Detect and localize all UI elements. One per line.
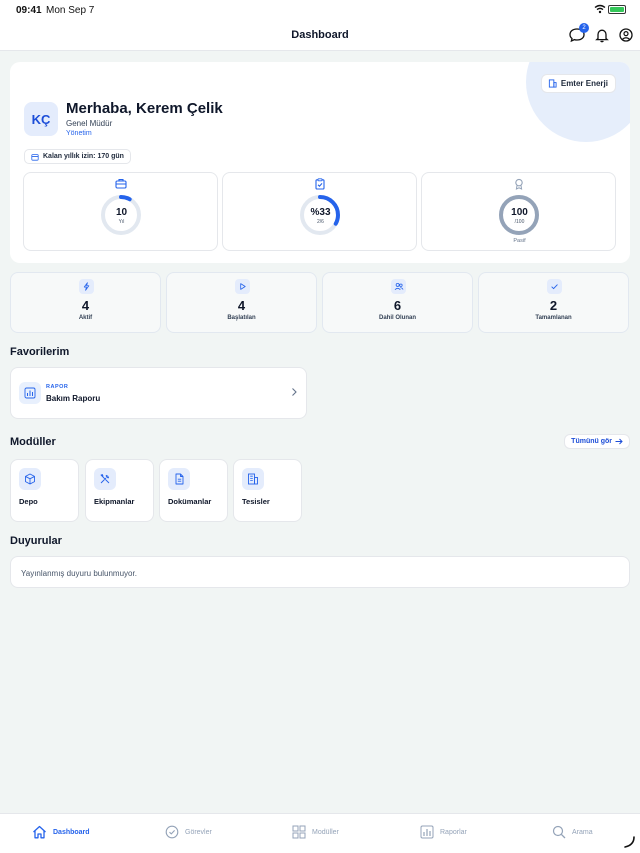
tab-dashboard[interactable]: Dashboard xyxy=(32,825,90,839)
empty-state-text: Yayınlanmış duyuru bulunmuyor. xyxy=(21,569,137,578)
leave-balance-chip: Kalan yıllık izin: 170 gün xyxy=(24,149,131,164)
tab-bar: Dashboard Görevler Modüller Raporlar Ara… xyxy=(0,813,640,853)
home-icon xyxy=(33,825,46,839)
calendar-icon xyxy=(31,153,39,161)
favorite-item[interactable]: RAPOR Bakım Raporu xyxy=(10,367,307,419)
favorite-type: RAPOR xyxy=(46,384,69,390)
stat-value: 4 xyxy=(237,298,246,313)
profile-card: Emter Enerji KÇ Merhaba, Kerem Çelik Gen… xyxy=(10,62,630,263)
page-title: Dashboard xyxy=(291,29,349,41)
corner-indicator-icon xyxy=(624,836,635,848)
chevron-right-icon xyxy=(292,388,297,396)
favorite-name: Bakım Raporu xyxy=(46,394,101,403)
stat-label: Tamamlanan xyxy=(535,315,572,321)
tab-label: Raporlar xyxy=(440,828,467,836)
tab-label: Modüller xyxy=(312,828,339,836)
module-label: Depo xyxy=(19,497,38,506)
stat-value: 2 xyxy=(549,298,558,313)
module-tesisler[interactable]: Tesisler xyxy=(233,459,302,522)
tab-label: Görevler xyxy=(185,828,212,836)
favorites-heading: Favorilerim xyxy=(10,346,70,358)
stat-card-active[interactable]: 4 Aktif xyxy=(10,272,161,333)
message-count-badge: 2 xyxy=(579,23,589,33)
metric-status: Pasif xyxy=(513,238,526,244)
report-icon xyxy=(19,382,41,404)
stat-card-started[interactable]: 4 Başlatılan xyxy=(166,272,317,333)
check-icon xyxy=(547,279,562,294)
module-label: Ekipmanlar xyxy=(94,497,135,506)
announcements-empty-state: Yayınlanmış duyuru bulunmuyor. xyxy=(10,556,630,588)
see-all-label: Tümünü gör xyxy=(571,438,612,445)
metric-value: 100 xyxy=(511,207,528,218)
user-role: Genel Müdür xyxy=(66,119,113,128)
greeting-text: Merhaba, Kerem Çelik xyxy=(66,100,223,117)
module-label: Tesisler xyxy=(242,497,270,506)
tab-raporlar[interactable]: Raporlar xyxy=(420,825,467,839)
tab-arama[interactable]: Arama xyxy=(552,825,593,839)
avatar: KÇ xyxy=(24,102,58,136)
status-time: 09:41 xyxy=(16,5,42,16)
module-depo[interactable]: Depo xyxy=(10,459,79,522)
metric-unit: 2/6 xyxy=(317,219,324,225)
play-icon xyxy=(235,279,250,294)
building-icon xyxy=(242,468,264,490)
document-icon xyxy=(168,468,190,490)
module-label: Dokümanlar xyxy=(168,497,212,506)
wifi-icon xyxy=(594,4,606,14)
search-icon xyxy=(552,825,566,839)
leave-balance-text: Kalan yıllık izin: 170 gün xyxy=(43,153,124,160)
see-all-modules-button[interactable]: Tümünü gör xyxy=(564,434,630,449)
modules-heading: Modüller xyxy=(10,436,56,448)
stat-label: Başlatılan xyxy=(227,315,256,321)
module-ekipmanlar[interactable]: Ekipmanlar xyxy=(85,459,154,522)
grid-icon xyxy=(292,825,306,839)
stat-value: 6 xyxy=(393,298,402,313)
user-circle-icon xyxy=(619,28,633,42)
tab-gorevler[interactable]: Görevler xyxy=(165,825,212,839)
users-icon xyxy=(391,279,406,294)
briefcase-icon xyxy=(115,179,127,189)
company-switcher[interactable]: Emter Enerji xyxy=(540,74,616,93)
nav-bar: Dashboard 2 xyxy=(0,20,640,51)
award-icon xyxy=(515,178,523,190)
notifications-button[interactable] xyxy=(593,26,611,44)
company-name: Emter Enerji xyxy=(560,79,608,88)
status-bar: 09:41 Mon Sep 7 xyxy=(0,0,640,20)
status-date: Mon Sep 7 xyxy=(46,5,95,16)
tab-label: Dashboard xyxy=(53,828,90,836)
bell-icon xyxy=(595,29,609,43)
tab-moduller[interactable]: Modüller xyxy=(292,825,339,839)
metric-card-seniority: 10 Yıl xyxy=(23,172,218,251)
module-dokumanlar[interactable]: Dokümanlar xyxy=(159,459,228,522)
metric-unit: Yıl xyxy=(118,219,125,225)
battery-icon xyxy=(608,5,626,14)
bar-chart-icon xyxy=(420,825,434,839)
stat-value: 4 xyxy=(81,298,90,313)
box-icon xyxy=(19,468,41,490)
metric-value: 10 xyxy=(115,207,128,218)
arrow-right-icon xyxy=(615,438,623,445)
stat-label: Dahil Olunan xyxy=(378,315,416,321)
announcements-heading: Duyurular xyxy=(10,535,62,547)
user-department: Yönetim xyxy=(66,130,92,137)
stat-label: Aktif xyxy=(78,315,93,321)
profile-button[interactable] xyxy=(617,26,635,44)
metric-card-tasks: %33 2/6 xyxy=(222,172,417,251)
stat-card-involved[interactable]: 6 Dahil Olunan xyxy=(322,272,473,333)
bolt-icon xyxy=(79,279,94,294)
tab-label: Arama xyxy=(572,828,593,836)
messages-button[interactable]: 2 xyxy=(568,23,589,44)
metric-unit: /100 xyxy=(514,219,525,225)
metric-value: %33 xyxy=(310,207,331,218)
tools-icon xyxy=(94,468,116,490)
metric-card-score: 100 /100 Pasif xyxy=(421,172,616,251)
building-icon xyxy=(548,79,557,88)
clipboard-check-icon xyxy=(315,178,325,190)
check-circle-icon xyxy=(165,825,179,839)
stat-card-completed[interactable]: 2 Tamamlanan xyxy=(478,272,629,333)
